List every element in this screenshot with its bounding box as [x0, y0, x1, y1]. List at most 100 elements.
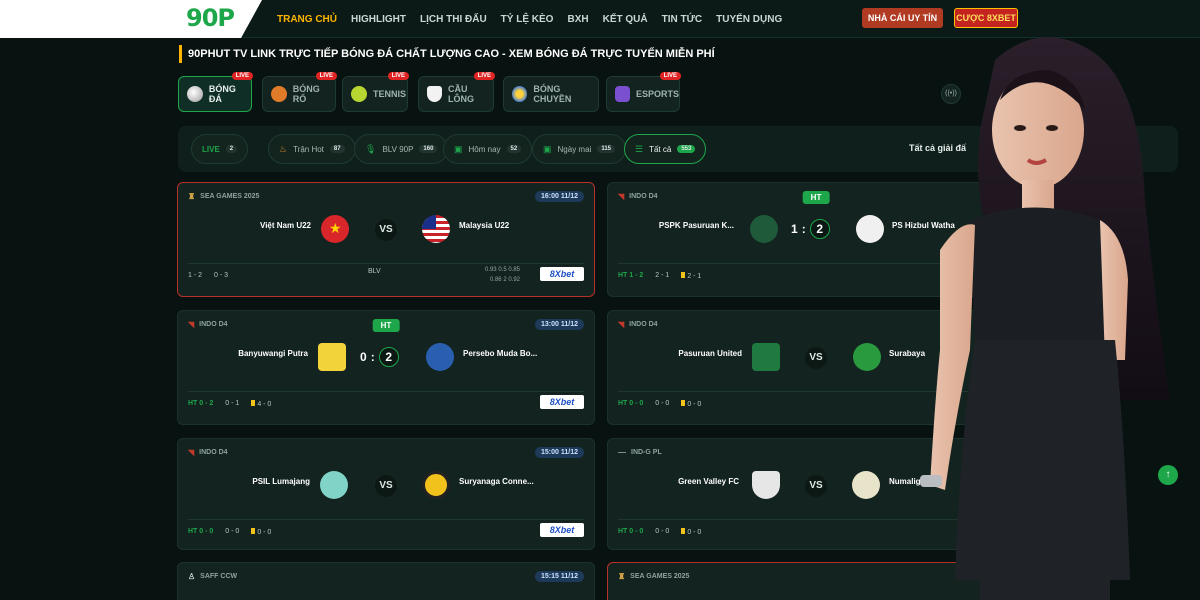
ht-score: HT 0 - 0: [188, 528, 214, 535]
vs-label: VS: [375, 475, 397, 497]
8xbet-logo[interactable]: 8Xbet: [540, 523, 584, 537]
match-card[interactable]: ♜ SEA GAMES 2025 16:00 11/12 Việt Nam U22…: [177, 182, 595, 297]
filter-count: 2: [225, 145, 238, 153]
stat-score-2: 0 - 3: [214, 272, 229, 279]
filter-live[interactable]: LIVE 2: [191, 134, 249, 164]
filter-count: 115: [597, 145, 615, 153]
list-icon: ☰: [635, 143, 644, 154]
stat-score-1: 1 - 2: [188, 272, 203, 279]
home-team: Green Valley FC: [678, 477, 739, 486]
filter-label: BLV 90P: [382, 144, 414, 154]
home-team: PSIL Lumajang: [252, 477, 310, 486]
league-name: ◥ INDO D4: [618, 192, 658, 201]
corners: 0 - 0: [655, 528, 670, 535]
filter-blv[interactable]: 🎙 BLV 90P 160: [354, 134, 449, 164]
suryanaga-crest-icon: [422, 471, 450, 499]
corners: 0 - 0: [655, 400, 670, 407]
corners: 0 - 1: [225, 400, 240, 407]
tab-label: ESPORTS: [635, 89, 679, 99]
league-name: ♜ SEA GAMES 2025: [618, 572, 690, 581]
logo-area: 90P: [0, 0, 262, 38]
vs-label: VS: [805, 347, 827, 369]
nav-highlight[interactable]: HIGHLIGHT: [351, 14, 406, 25]
nav-standings[interactable]: BXH: [567, 14, 588, 25]
filter-label: Tất cả: [649, 144, 672, 154]
filter-count: 87: [329, 145, 345, 153]
match-card[interactable]: ◥ INDO D4 HT 13:00 11/12 Banyuwangi Putra…: [177, 310, 595, 425]
surabaya-crest-icon: [853, 343, 881, 371]
live-badge: Live: [231, 72, 253, 80]
page: 90P TRANG CHỦ HIGHLIGHT LỊCH THI ĐẤU TỶ …: [0, 0, 1200, 600]
league-icon: ◥: [618, 320, 625, 329]
vs-label: VS: [805, 475, 827, 497]
filter-today[interactable]: ▣ Hôm nay 52: [443, 134, 533, 164]
calendar-check-icon: ▣: [543, 143, 552, 154]
nav-results[interactable]: KẾT QUẢ: [603, 14, 648, 25]
match-stats: HT 0 - 2 0 - 1 4 - 0: [188, 391, 584, 415]
numaligarh-crest-icon: [852, 471, 880, 499]
psil-crest-icon: [320, 471, 348, 499]
banyuwangi-crest-icon: [318, 343, 346, 371]
nav-home[interactable]: TRANG CHỦ: [277, 14, 337, 25]
live-badge: Live: [315, 72, 337, 80]
league-icon: ◥: [188, 448, 195, 457]
home-team: Banyuwangi Putra: [238, 349, 308, 358]
league-name: ◥ INDO D4: [188, 448, 228, 457]
match-card[interactable]: ♙ SAFF CCW 15:15 11/12: [177, 562, 595, 600]
tab-label: TENNIS: [373, 89, 407, 99]
nav-news[interactable]: TIN TỨC: [662, 14, 703, 25]
live-badge: Live: [473, 72, 495, 80]
odds: 0.93 0.5 0.85 0.86 2 0.92: [484, 267, 520, 283]
tab-esports[interactable]: ESPORTS Live: [606, 72, 681, 112]
8xbet-logo[interactable]: 8Xbet: [540, 267, 584, 281]
tab-label: BÓNG RỔ: [292, 84, 320, 104]
yellow-cards: 4 - 0: [251, 399, 271, 408]
tab-basketball[interactable]: BÓNG RỔ Live: [262, 72, 337, 112]
league-name: ♜ SEA GAMES 2025: [188, 192, 260, 201]
league-icon: —: [618, 448, 626, 457]
calendar-icon: ▣: [454, 143, 463, 154]
tab-football[interactable]: BÓNG ĐÁ Live: [178, 72, 253, 112]
nav-schedule[interactable]: LỊCH THI ĐẤU: [420, 14, 487, 25]
nav-careers[interactable]: TUYỂN DỤNG: [716, 14, 782, 25]
kickoff-time: 16:00 11/12: [535, 191, 584, 202]
tab-volleyball[interactable]: BÓNG CHUYỀN: [503, 76, 599, 112]
main-nav: TRANG CHỦ HIGHLIGHT LỊCH THI ĐẤU TỶ LỆ K…: [277, 0, 782, 38]
scroll-to-top-button[interactable]: ↑: [1158, 465, 1178, 485]
promo-model-image: [920, 37, 1170, 600]
league-icon: ♜: [188, 192, 196, 201]
kickoff-time: 15:00 11/12: [535, 447, 584, 458]
kickoff-time: 13:00 11/12: [535, 319, 584, 330]
home-team: Pasuruan United: [678, 349, 742, 358]
filter-hot[interactable]: ♨ Trận Hot 87: [268, 134, 356, 164]
away-team: Malaysia U22: [459, 221, 510, 230]
site-logo[interactable]: 90P: [186, 4, 235, 32]
8xbet-logo[interactable]: 8Xbet: [540, 395, 584, 409]
nav-odds[interactable]: TỶ LỆ KÈO: [501, 14, 554, 25]
filter-label: Ngày mai: [557, 144, 592, 154]
tab-label: BÓNG ĐÁ: [208, 84, 236, 104]
league-name: ◥ INDO D4: [618, 320, 658, 329]
league-icon: ♜: [618, 572, 626, 581]
persebo-crest-icon: [426, 343, 454, 371]
tab-badminton[interactable]: CẦU LÔNG Live: [418, 72, 495, 112]
match-stats: 1 - 2 0 - 3: [188, 263, 584, 287]
match-card[interactable]: ◥ INDO D4 15:00 11/12 PSIL Lumajang VS Su…: [177, 438, 595, 550]
tab-tennis[interactable]: TENNIS Live: [342, 72, 409, 112]
yellow-cards: 0 - 0: [251, 527, 271, 536]
away-team: Suryanaga Conne...: [459, 477, 534, 486]
filter-label: LIVE: [202, 144, 220, 154]
filter-tomorrow[interactable]: ▣ Ngày mai 115: [532, 134, 626, 164]
ht-badge: HT: [802, 191, 830, 204]
filter-all[interactable]: ☰ Tất cả 553: [624, 134, 707, 164]
away-team: Persebo Muda Bo...: [463, 349, 538, 358]
tab-label: BÓNG CHUYỀN: [533, 84, 572, 104]
ht-score: HT 0 - 0: [618, 528, 644, 535]
live-badge: Live: [659, 72, 681, 80]
score: 0:2: [360, 347, 399, 367]
yellow-cards: 0 - 0: [681, 527, 701, 536]
volleyball-icon: [512, 86, 528, 102]
yellow-cards: 2 - 1: [681, 271, 701, 280]
esports-icon: [615, 86, 630, 102]
league-name: ♙ SAFF CCW: [188, 572, 238, 581]
